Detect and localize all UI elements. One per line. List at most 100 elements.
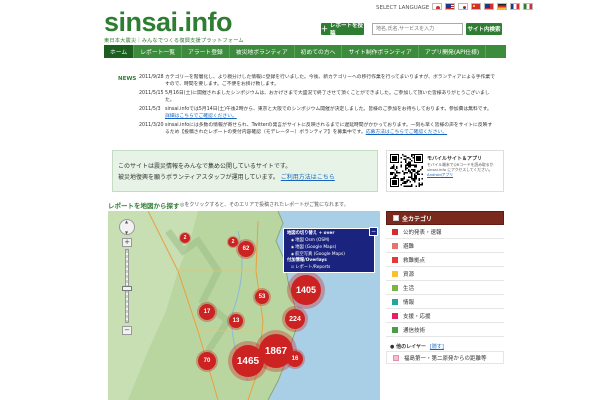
category-item[interactable]: 通信技術 — [386, 323, 504, 337]
report-cluster-marker[interactable]: 1405 — [291, 275, 321, 305]
news-text: カテゴリーを階層化し、より親分けした情報に登録を行いました。今後、新カテゴリーへ… — [165, 75, 495, 87]
report-cluster-marker[interactable]: 224 — [285, 309, 305, 329]
qr-code-icon — [390, 154, 423, 187]
report-cluster-marker[interactable]: 62 — [238, 241, 254, 257]
news-text: sinsai.infoには多数の情報が寄せられ、Twitterの発言がサイトに反… — [165, 122, 495, 136]
post-report-label: レポートを投稿 — [330, 23, 364, 37]
category-swatch — [392, 326, 398, 333]
site-search-button[interactable]: サイト内検索 — [466, 23, 502, 35]
map-section-title: レポートを地図から探す — [108, 202, 180, 210]
logo-text: sinsai.info — [104, 7, 233, 37]
category-item[interactable]: 避難 — [386, 239, 504, 253]
category-all-swatch — [393, 215, 399, 221]
news-date: 2011/3/20 — [139, 123, 164, 128]
intro-line-2-text: 被災地復興を願うボランティアスタッフが運用しています。 — [118, 174, 279, 181]
flag-cn-icon[interactable] — [471, 3, 481, 10]
report-cluster-marker[interactable]: 70 — [198, 352, 216, 370]
layer-swatch — [393, 354, 399, 361]
layer-switcher-close[interactable]: − — [369, 227, 378, 236]
layer-item-nuclear-distance[interactable]: 福島第一・第二原発からの距離等 — [386, 351, 504, 364]
zoom-slider[interactable] — [122, 249, 132, 323]
category-item[interactable]: 支援・応援 — [386, 309, 504, 323]
news-apply-link[interactable]: 応募方法はこちらでご確認ください。 — [366, 130, 447, 135]
report-cluster-marker[interactable]: 1465 — [232, 345, 264, 377]
post-report-button[interactable]: ＋ レポートを投稿 — [321, 23, 364, 37]
category-label: 資源 — [403, 271, 415, 278]
site-search-input[interactable] — [372, 23, 463, 35]
category-label: 避難 — [403, 243, 415, 250]
flag-jp-icon[interactable] — [432, 3, 442, 10]
flag-tw-icon[interactable] — [484, 3, 494, 10]
category-all[interactable]: 全カテゴリ — [386, 211, 504, 225]
main-nav: ホーム レポート一覧 アラート登録 被災地ボランティア 初めての方へ サイト制作… — [104, 45, 506, 58]
mobile-text: モバイル端末でQRコードを読み取るか sinsai.info にアクセスしてくだ… — [427, 162, 503, 177]
nav-app-dev[interactable]: アプリ開発(API仕様) — [419, 45, 487, 58]
flag-us-icon[interactable] — [445, 3, 455, 10]
report-cluster-marker[interactable]: 13 — [229, 314, 243, 328]
nav-home[interactable]: ホーム — [104, 45, 135, 58]
news-date: 2011/9/28 — [139, 75, 164, 80]
base-layer-osm[interactable]: 地図 Osm (OSM) — [287, 237, 371, 244]
report-cluster-marker[interactable]: 16 — [287, 351, 303, 367]
zoom-slider-handle[interactable] — [122, 286, 132, 291]
news-detail-link[interactable]: 詳細はこちらでご確認ください。 — [165, 114, 237, 119]
flag-fr-icon[interactable] — [510, 3, 520, 10]
category-item[interactable]: 情報 — [386, 295, 504, 309]
report-map[interactable]: + − 22621405531713224186770146516 地図の切り替… — [108, 211, 380, 400]
nav-report-list[interactable]: レポート一覧 — [134, 45, 183, 58]
select-language-label: SELECT LANGUAGE — [376, 5, 430, 11]
mobile-title: モバイルサイト＆アプリ — [427, 156, 483, 162]
layer-item-label: 福島第一・第二原発からの距離等 — [404, 355, 487, 362]
overlay-reports-checkbox[interactable]: レポート/Reports — [287, 264, 371, 271]
news-text: sinsai.infoでは5月14日(土)午後2時から、東京と大阪でのシンポジウ… — [165, 106, 495, 120]
mobile-qr-box: モバイルサイト＆アプリ モバイル端末でQRコードを読み取るか sinsai.in… — [386, 150, 504, 192]
flag-de-icon[interactable] — [497, 3, 507, 10]
flag-kr-icon[interactable] — [458, 3, 468, 10]
report-cluster-marker[interactable]: 2 — [228, 237, 238, 247]
mobile-desc: モバイル端末でQRコードを読み取るか sinsai.info にアクセスしてくだ… — [427, 162, 494, 172]
category-swatch — [392, 256, 398, 263]
site-intro-box: このサイトは震災情報をみんなで集め公開しているサイトです。 被災地復興を願うボラ… — [112, 150, 378, 192]
hide-layers-link[interactable]: [隠す] — [430, 343, 444, 350]
category-list: 公的発表・速報避難救難拠点資源生活情報支援・応援通信技術 — [386, 225, 504, 337]
usage-guide-link[interactable]: ご利用方法はこちら — [281, 174, 335, 181]
news-item: 2011/3/20 sinsai.infoには多数の情報が寄せられ、Twitte… — [139, 122, 495, 136]
news-label: NEWS — [118, 76, 137, 82]
category-item[interactable]: 生活 — [386, 281, 504, 295]
nav-alert-register[interactable]: アラート登録 — [182, 45, 230, 58]
android-app-link[interactable]: Androidアプリ — [427, 172, 453, 177]
category-label: 支援・応援 — [403, 313, 431, 320]
category-swatch — [392, 242, 398, 249]
logo-tagline: 東日本大震災｜みんなでつくる復興支援プラットフォーム — [104, 38, 244, 44]
news-date: 2011/5/15 — [139, 91, 164, 96]
intro-line-1: このサイトは震災情報をみんなで集め公開しているサイトです。 — [118, 163, 292, 170]
category-panel: 全カテゴリ 公的発表・速報避難救難拠点資源生活情報支援・応援通信技術 ● 他のレ… — [386, 211, 504, 364]
zoom-in-button[interactable]: + — [122, 238, 132, 247]
nav-first-time[interactable]: 初めての方へ — [295, 45, 343, 58]
map-zoom-control: + − — [119, 219, 135, 335]
category-label: 生活 — [403, 285, 415, 292]
logo[interactable]: sinsai.info 東日本大震災｜みんなでつくる復興支援プラットフォーム — [104, 8, 244, 44]
nav-disaster-volunteer[interactable]: 被災地ボランティア — [230, 45, 295, 58]
base-layer-google-satellite[interactable]: 航空写真 (Google Maps) — [287, 251, 371, 258]
report-cluster-marker[interactable]: 2 — [180, 233, 190, 243]
base-layer-google-map[interactable]: 地図 (Google Maps) — [287, 244, 371, 251]
category-swatch — [392, 298, 398, 305]
other-layers-title-text: ● 他のレイヤー — [390, 343, 426, 350]
report-cluster-marker[interactable]: 17 — [199, 304, 215, 320]
nav-site-volunteer[interactable]: サイト制作ボランティア — [342, 45, 419, 58]
map-layer-switcher: 地図の切り替え + over 地図 Osm (OSM) 地図 (Google M… — [283, 228, 375, 273]
category-item[interactable]: 公的発表・速報 — [386, 225, 504, 239]
map-section-subtitle: ◎をクリックすると、そのエリアで投稿されたレポートがご覧になれます。 — [180, 202, 349, 208]
category-swatch — [392, 284, 398, 291]
flag-it-icon[interactable] — [523, 3, 533, 10]
category-item[interactable]: 救難拠点 — [386, 253, 504, 267]
zoom-out-button[interactable]: − — [122, 326, 132, 335]
report-cluster-marker[interactable]: 53 — [255, 290, 269, 304]
news-item: 2011/5/15 5月16日(土)に開催されましたシンポジウムは、おかげさまで… — [139, 90, 495, 104]
pan-control[interactable] — [119, 219, 135, 235]
intro-line-2: 被災地復興を願うボランティアスタッフが運用しています。 ご利用方法はこちら — [118, 172, 335, 181]
other-layers-title: ● 他のレイヤー [隠す] — [386, 341, 504, 351]
category-item[interactable]: 資源 — [386, 267, 504, 281]
layer-switcher-title-suffix: + over — [318, 231, 335, 236]
